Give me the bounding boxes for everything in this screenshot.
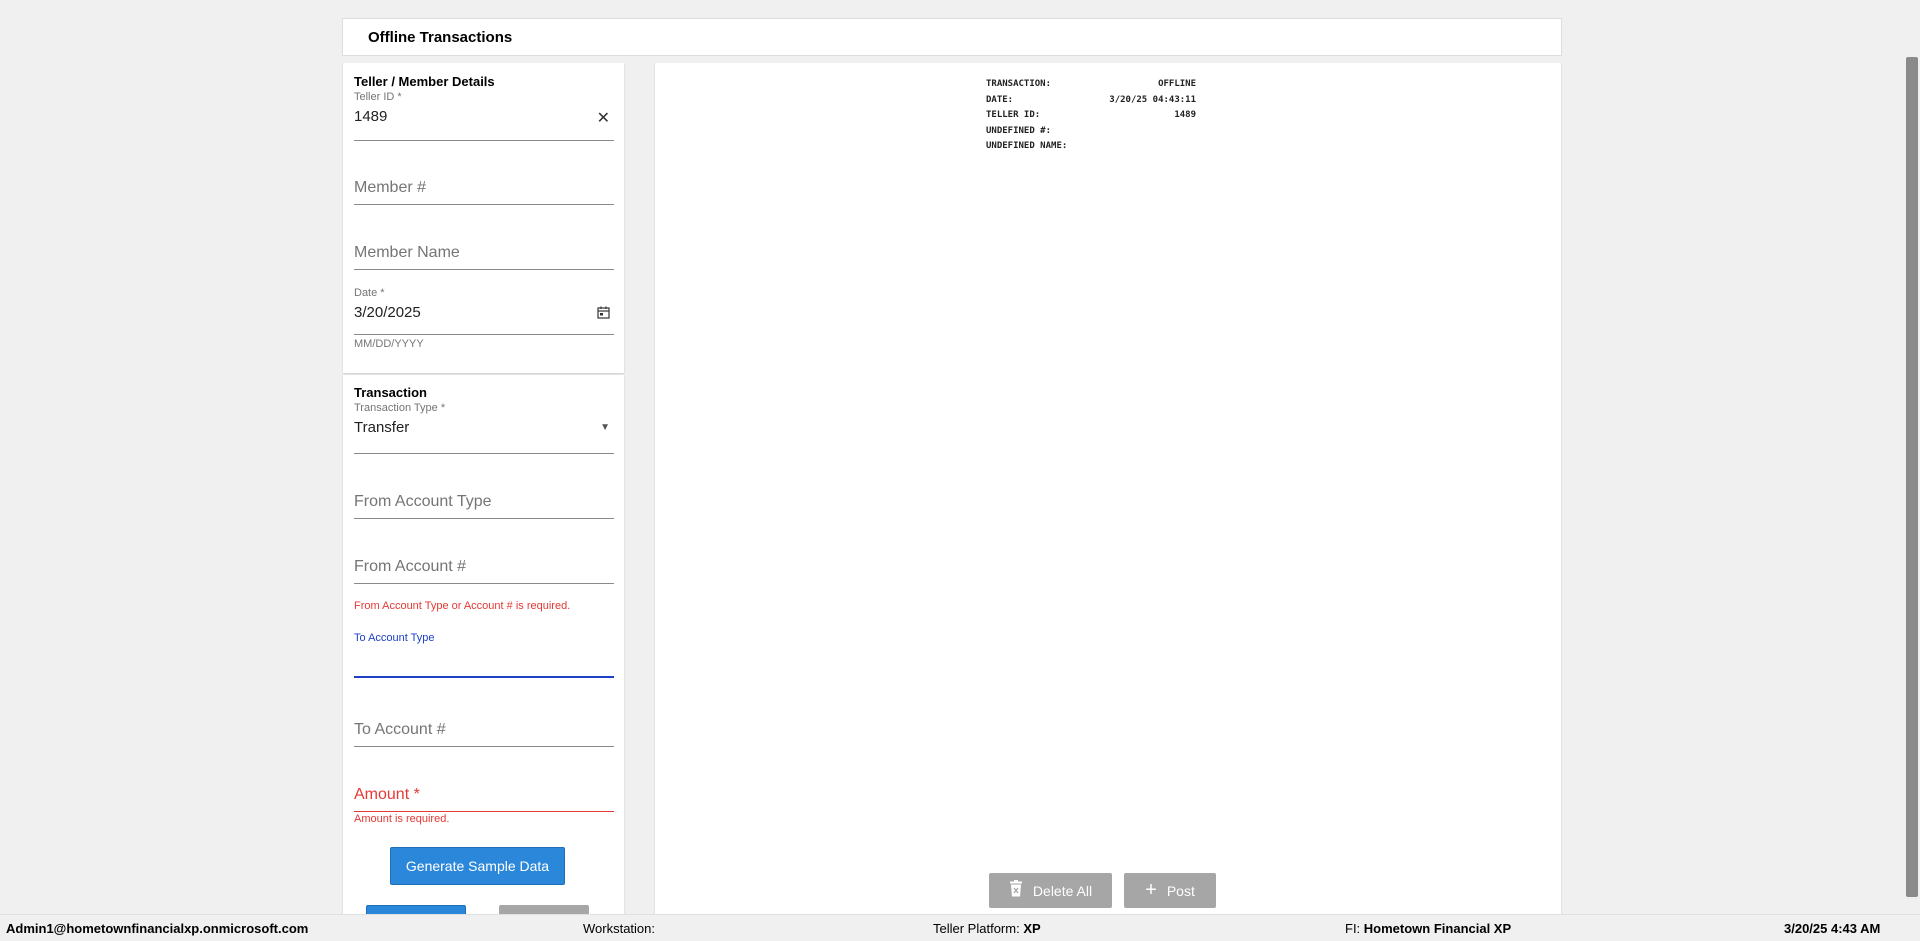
- date-helper-text: MM/DD/YYYY: [354, 338, 424, 350]
- to-account-number-placeholder: To Account #: [354, 721, 446, 738]
- from-account-type-field[interactable]: From Account Type: [354, 487, 614, 519]
- receipt-preview-panel: TRANSACTION: OFFLINE DATE: 3/20/25 04:43:1…: [655, 63, 1561, 915]
- post-label: Post: [1166, 882, 1195, 899]
- teller-id-field[interactable]: Teller ID * 1489 ✕: [354, 91, 614, 141]
- teller-member-panel: Teller / Member Details Teller ID * 1489…: [343, 63, 624, 373]
- member-name-placeholder: Member Name: [354, 244, 460, 261]
- receipt-row: TRANSACTION: OFFLINE: [986, 79, 1196, 89]
- clear-icon[interactable]: ✕: [597, 108, 610, 128]
- receipt-row: DATE: 3/20/25 04:43:11: [986, 94, 1196, 105]
- member-number-placeholder: Member #: [354, 179, 427, 196]
- post-button[interactable]: + Post: [1124, 873, 1216, 908]
- from-account-number-field[interactable]: From Account #: [354, 552, 614, 584]
- transaction-type-value[interactable]: Transfer: [354, 419, 409, 436]
- status-workstation: Workstation:: [583, 921, 656, 936]
- from-account-type-placeholder: From Account Type: [354, 493, 492, 510]
- member-name-field[interactable]: Member Name: [354, 238, 614, 270]
- transaction-section-title: Transaction: [354, 385, 427, 400]
- to-account-number-field[interactable]: To Account #: [354, 715, 614, 747]
- to-account-type-field[interactable]: To Account Type: [354, 632, 614, 678]
- status-user: Admin1@hometownfinancialxp.onmicrosoft.c…: [6, 921, 309, 936]
- from-account-number-placeholder: From Account #: [354, 558, 467, 575]
- calendar-icon[interactable]: [597, 306, 610, 323]
- delete-all-button[interactable]: Delete All: [989, 873, 1112, 908]
- teller-id-value[interactable]: 1489: [354, 108, 387, 125]
- status-bar: Admin1@hometownfinancialxp.onmicrosoft.c…: [0, 914, 1920, 941]
- status-fi: FI: Hometown Financial XP: [1345, 921, 1512, 936]
- receipt-row: UNDEFINED #:: [986, 125, 1052, 136]
- from-account-error: From Account Type or Account # is requir…: [354, 600, 571, 612]
- vertical-scrollbar-thumb[interactable]: [1906, 57, 1918, 897]
- amount-error: Amount is required.: [354, 813, 450, 825]
- amount-placeholder: Amount *: [354, 786, 420, 803]
- transaction-type-label: Transaction Type *: [354, 402, 446, 414]
- plus-icon: +: [1145, 879, 1157, 901]
- generate-sample-data-button[interactable]: Generate Sample Data: [390, 847, 565, 885]
- teller-id-label: Teller ID *: [354, 91, 402, 103]
- receipt: TRANSACTION: OFFLINE DATE: 3/20/25 04:43:1…: [986, 77, 1196, 155]
- to-account-type-label: To Account Type: [354, 632, 435, 644]
- teller-section-title: Teller / Member Details: [354, 74, 495, 89]
- trash-icon: [1009, 879, 1023, 902]
- status-platform: Teller Platform: XP: [933, 921, 1041, 936]
- amount-field[interactable]: Amount *: [354, 780, 614, 812]
- date-label: Date *: [354, 287, 385, 299]
- status-datetime: 3/20/25 4:43 AM: [1784, 921, 1881, 936]
- receipt-row: UNDEFINED NAME:: [986, 141, 1068, 151]
- page-header: Offline Transactions: [342, 18, 1562, 56]
- member-number-field[interactable]: Member #: [354, 173, 614, 205]
- dropdown-arrow-icon[interactable]: ▼: [600, 422, 610, 433]
- date-field[interactable]: Date * 3/20/2025: [354, 285, 614, 335]
- receipt-row: TELLER ID: 1489: [986, 110, 1196, 120]
- delete-all-label: Delete All: [1032, 882, 1093, 899]
- page-title: Offline Transactions: [368, 29, 513, 46]
- transaction-type-select[interactable]: Transaction Type * Transfer ▼: [354, 402, 614, 454]
- transaction-panel: Transaction Transaction Type * Transfer …: [343, 375, 624, 915]
- date-value[interactable]: 3/20/2025: [354, 304, 421, 321]
